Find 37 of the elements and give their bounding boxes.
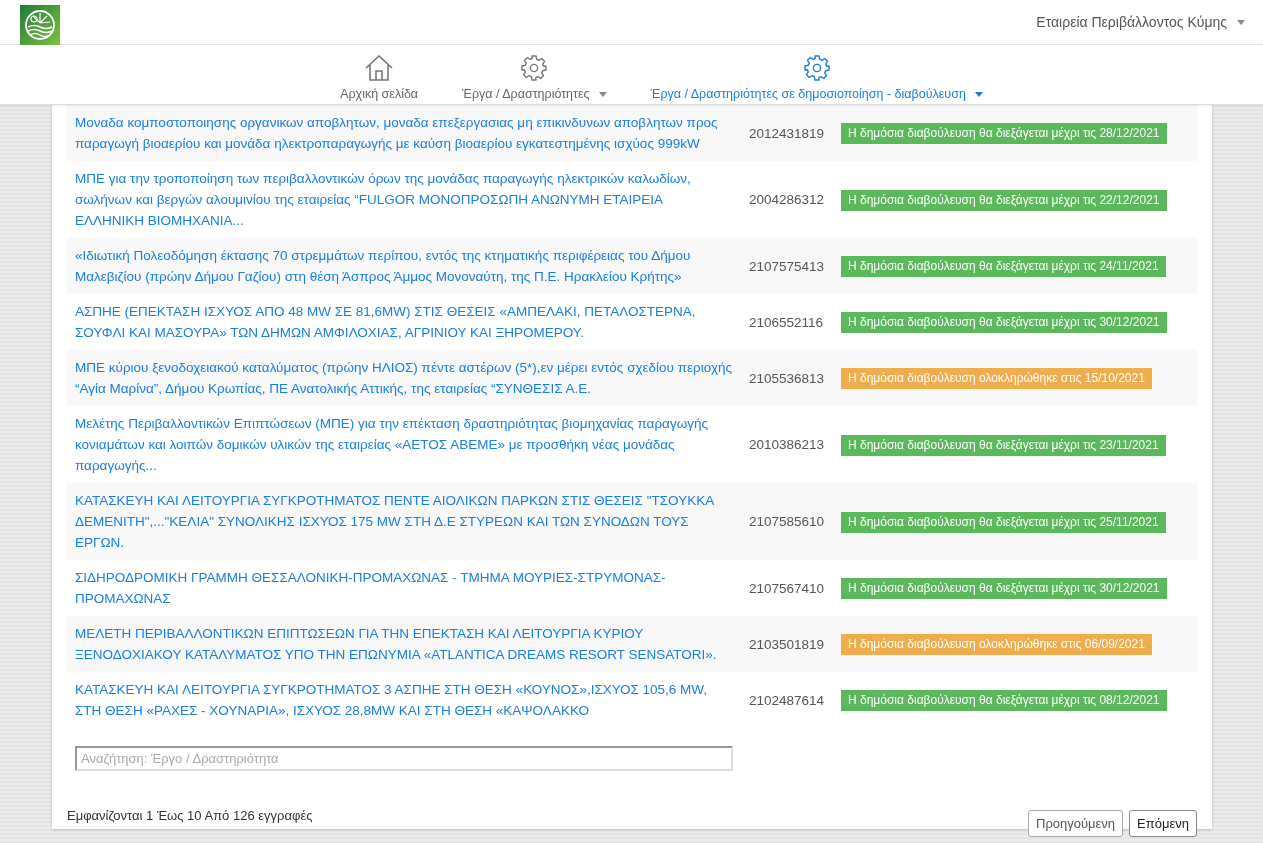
user-menu[interactable]: Εταιρεία Περιβάλλοντος Κύμης [1036, 14, 1245, 30]
project-link[interactable]: ΑΣΠΗΕ (ΕΠΕΚΤΑΣΗ ΙΣΧΥΟΣ ΑΠΟ 48 MW ΣΕ 81,6MW) ΣΤΙΣ ΘΕΣΕΙΣ «ΑΜΠΕΛΑΚΙ, ΠΕΤΑΛΟΣΤΕΡΝΑ, ΣΟΥΦΛΙ ΚΑΙ ΜΑΣΟΥΡΑ» ΤΩΝ ΔΗΜΩΝ ΑΜΦΙΛΟΧΙΑΣ, ΑΓΡΙΝΙΟΥ ΚΑΙ ΞΗΡΟΜΕΡΟΥ. [75, 301, 733, 343]
status-badge: Η δημόσια διαβούλευση ολοκληρώθηκε στις 15/10/2021 [841, 368, 1152, 389]
status-badge: Η δημόσια διαβούλευση θα διεξάγεται μέχρι τις 08/12/2021 [841, 690, 1167, 711]
home-icon [365, 55, 394, 81]
status-badge: Η δημόσια διαβούλευση θα διεξάγεται μέχρι τις 28/12/2021 [841, 123, 1167, 144]
project-link[interactable]: ΣΙΔΗΡΟΔΡΟΜΙΚΗ ΓΡΑΜΜΗ ΘΕΣΣΑΛΟΝΙΚΗ-ΠΡΟΜΑΧΩΝΑΣ - ΤΜΗΜΑ ΜΟΥΡΙΕΣ-ΣΤΡΥΜΟΝΑΣ-ΠΡΟΜΑΧΩΝΑΣ [75, 567, 733, 609]
status-badge: Η δημόσια διαβούλευση θα διεξάγεται μέχρι τις 30/12/2021 [841, 578, 1167, 599]
nav-item[interactable]: Έργα / Δραστηριότητες [462, 55, 607, 101]
project-link[interactable]: Μελέτης Περιβαλλοντικών Επιπτώσεων (ΜΠΕ) για την επέκταση δραστηριότητας βιομηχανίας παραγωγής κονιαμάτων και λοιπών δομικών υλικών της εταιρείας «ΑΕΤΟΣ ΑΒΕΜΕ» με προσθήκη νέας μονάδας παραγωγής... [75, 413, 733, 476]
project-id: 2004286312 [749, 192, 825, 207]
logo-icon [20, 5, 60, 45]
project-id: 2105536813 [749, 370, 825, 386]
project-id: 2106552116 [749, 314, 824, 330]
nav-item[interactable]: Έργα / Δραστηριότητες σε δημοσιοποίηση - διαβούλευση [650, 55, 983, 101]
settings-icon [803, 55, 830, 81]
next-button[interactable]: Επόμενη [1129, 810, 1197, 837]
status-badge: Η δημόσια διαβούλευση θα διεξάγεται μέχρι τις 25/11/2021 [841, 511, 1166, 533]
project-link[interactable]: ΜΠΕ για την τροποποίηση των περιβαλλοντικών όρων της μονάδας παραγωγής ηλεκτρικών καλωδίων, σωλήνων και βεργών αλουμινίου της εταιρείας “FULGOR ΜΟΝΟΠΡΟΣΩΠΗ ΑΝΩΝΥΜΗ ΕΤΑΙΡΕΙΑ ΕΛΛΗΝΙΚΗ ΒΙΟΜΗΧΑΝΙΑ... [75, 168, 733, 231]
project-id: 2107567410 [749, 580, 825, 596]
project-id: 2107585610 [749, 514, 825, 529]
nav-item[interactable]: Αρχική σελίδα [340, 55, 419, 101]
project-link[interactable]: ΚΑΤΑΣΚΕΥΗ ΚΑΙ ΛΕΙΤΟΥΡΓΙΑ ΣΥΓΚΡΟΤΗΜΑΤΟΣ 3 ΑΣΠΗΕ ΣΤΗ ΘΕΣΗ «ΚΟΥΝΟΣ»,ΙΣΧΥΟΣ 105,6 MW, ΣΤΗ ΘΕΣΗ «ΡΑΧΕΣ - ΧΟΥΝΑΡΙΑ», ΙΣΧΥΟΣ 28,8MW ΚΑΙ ΣΤΗ ΘΕΣΗ «ΚΑΨΟΛΑΚΚΟ [75, 679, 733, 721]
project-id: 2103501819 [749, 636, 825, 652]
status-badge: Η δημόσια διαβούλευση ολοκληρώθηκε στις 06/09/2021 [841, 634, 1152, 655]
settings-icon [521, 55, 548, 81]
project-id: 2010386213 [749, 437, 825, 452]
status-badge: Η δημόσια διαβούλευση θα διεξάγεται μέχρι τις 22/12/2021 [841, 189, 1167, 211]
status-badge: Η δημόσια διαβούλευση θα διεξάγεται μέχρι τις 30/12/2021 [841, 312, 1167, 333]
status-badge: Η δημόσια διαβούλευση θα διεξάγεται μέχρι τις 23/11/2021 [841, 434, 1166, 456]
project-id: 2107575413 [749, 258, 825, 274]
status-badge: Η δημόσια διαβούλευση θα διεξάγεται μέχρι τις 24/11/2021 [841, 256, 1166, 277]
previous-button[interactable]: Προηγούμενη [1028, 810, 1124, 837]
project-id: 2012431819 [749, 125, 825, 141]
records-info: Εμφανίζονται 1 Έως 10 Από 126 εγγραφές [67, 807, 313, 823]
filter-field[interactable]: Αναζήτηση: Έργο / Δραστηριότητα [75, 746, 733, 771]
project-id: 2102487614 [749, 692, 825, 708]
